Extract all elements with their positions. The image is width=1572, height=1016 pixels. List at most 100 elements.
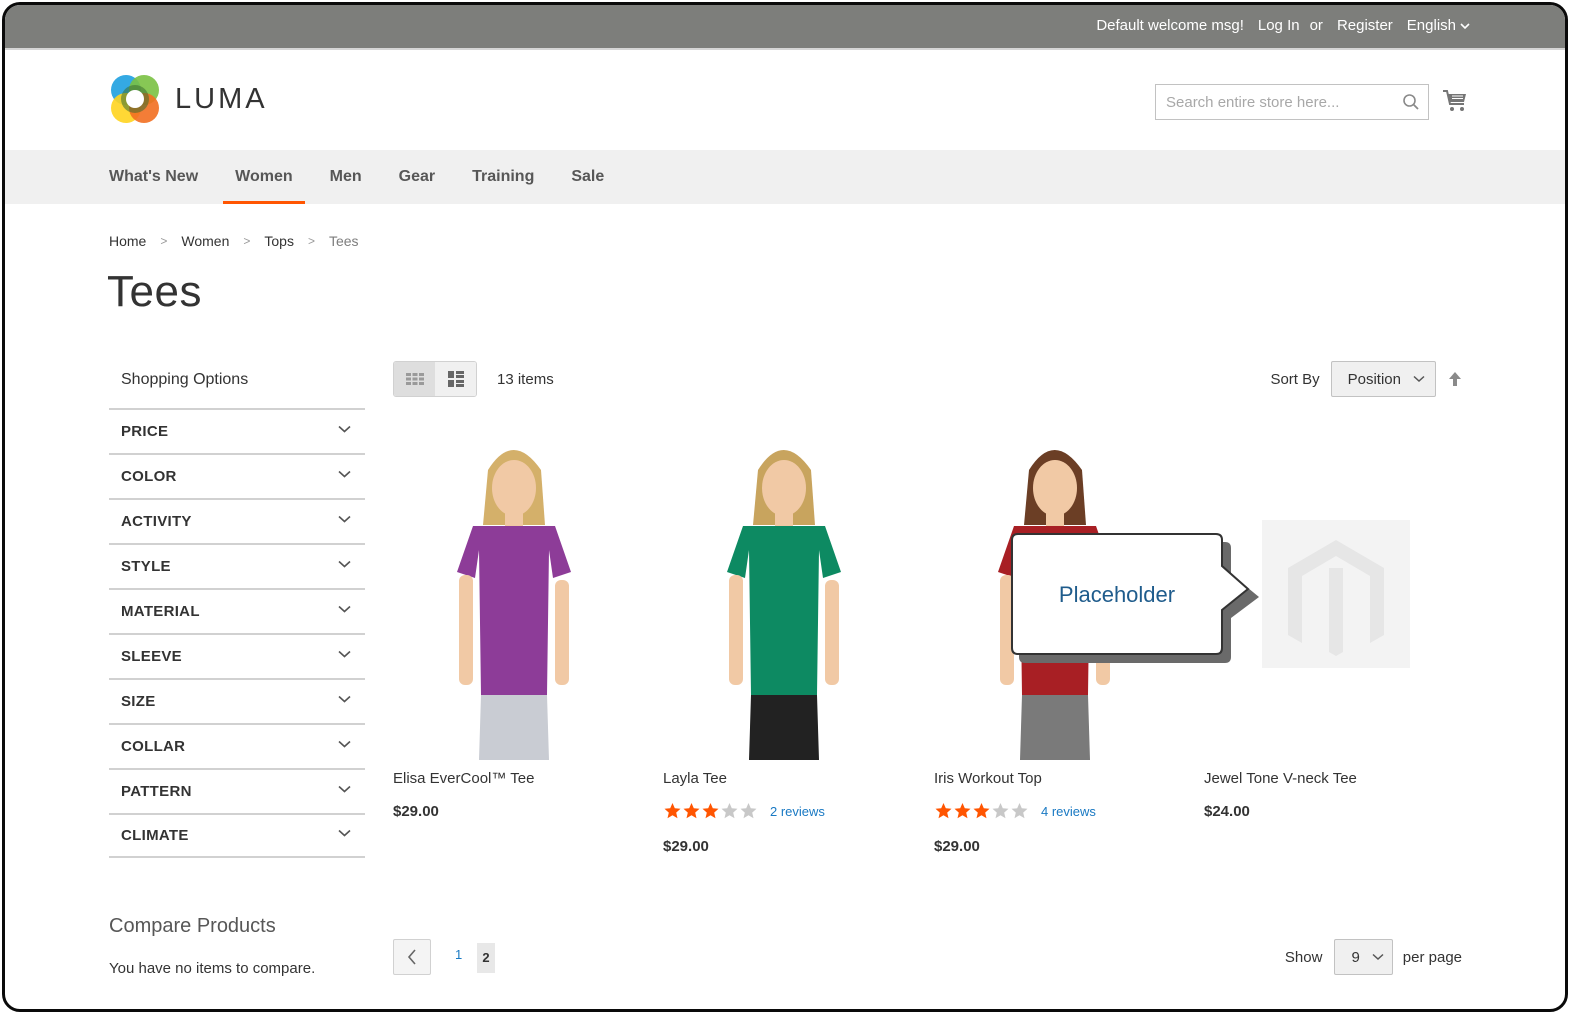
product-image[interactable] [393, 430, 633, 760]
top-bar: Default welcome msg! Log In or Register … [5, 5, 1565, 50]
nav-item-men[interactable]: Men [318, 150, 374, 204]
star-filled-icon [973, 803, 990, 819]
filter-label: CLIMATE [121, 827, 189, 844]
toolbar-amount: 13 items [497, 371, 554, 388]
star-filled-icon [702, 803, 719, 819]
star-filled-icon [683, 803, 700, 819]
rating-stars [934, 802, 1029, 820]
search-box[interactable] [1155, 84, 1429, 120]
star-empty-icon [740, 803, 757, 819]
chevron-right-icon: > [160, 234, 168, 248]
model-photo [457, 450, 571, 760]
product-rating: 4 reviews [934, 802, 1096, 820]
search-input[interactable] [1156, 85, 1386, 119]
nav-item-whats-new[interactable]: What's New [109, 150, 210, 204]
star-empty-icon [992, 803, 1009, 819]
filter-size[interactable]: SIZE [109, 678, 365, 723]
chevron-down-icon [1460, 22, 1470, 29]
previous-page-button[interactable] [393, 939, 431, 975]
filter-material[interactable]: MATERIAL [109, 588, 365, 633]
nav-item-gear[interactable]: Gear [387, 150, 447, 204]
language-label: English [1406, 17, 1456, 34]
chevron-right-icon: > [307, 234, 315, 248]
limiter-select[interactable]: 9 [1334, 939, 1393, 975]
star-filled-icon [935, 803, 952, 819]
filter-collar[interactable]: COLLAR [109, 723, 365, 768]
breadcrumb-women[interactable]: Women [181, 233, 229, 249]
product-image[interactable] [663, 430, 903, 760]
filter-activity[interactable]: ACTIVITY [109, 498, 365, 543]
filter-label: MATERIAL [121, 603, 200, 620]
star-filled-icon [664, 803, 681, 819]
product-name[interactable]: Elisa EverCool™ Tee [393, 770, 534, 787]
star-filled-icon [954, 803, 971, 819]
browser-frame: Default welcome msg! Log In or Register … [2, 2, 1568, 1012]
cart-icon[interactable] [1442, 89, 1468, 113]
limiter: Show 9 per page [1285, 939, 1462, 975]
grid-mode-button[interactable] [394, 362, 435, 396]
welcome-message: Default welcome msg! [1096, 17, 1244, 34]
chevron-down-icon [338, 695, 351, 703]
reviews-link[interactable]: 2 reviews [770, 804, 825, 819]
breadcrumb: Home > Women > Tops > Tees [109, 233, 359, 249]
breadcrumb-tops[interactable]: Tops [264, 233, 294, 249]
filter-label: PATTERN [121, 783, 192, 800]
layered-navigation: Shopping Options PRICE COLOR ACTIVITY STYLE… [109, 363, 365, 858]
chevron-down-icon [338, 515, 351, 523]
shopping-options-title: Shopping Options [121, 371, 249, 388]
sort-by-select[interactable]: Position [1330, 361, 1436, 397]
sort-by-label: Sort By [1270, 370, 1320, 388]
filter-label: COLOR [121, 468, 177, 485]
star-empty-icon [721, 803, 738, 819]
chevron-down-icon [1372, 953, 1384, 961]
search-icon[interactable] [1402, 93, 1420, 111]
product-name[interactable]: Jewel Tone V-neck Tee [1204, 770, 1357, 787]
filter-color[interactable]: COLOR [109, 453, 365, 498]
filter-price[interactable]: PRICE [109, 408, 365, 453]
chevron-down-icon [1413, 375, 1425, 383]
logo[interactable]: LUMA [109, 73, 268, 125]
view-mode-switcher [393, 361, 477, 397]
product-name[interactable]: Iris Workout Top [934, 770, 1042, 787]
filter-pattern[interactable]: PATTERN [109, 768, 365, 813]
page-1-link[interactable]: 1 [455, 947, 462, 962]
filter-climate[interactable]: CLIMATE [109, 813, 365, 858]
product-item[interactable]: Elisa EverCool™ Tee $29.00 [393, 430, 633, 820]
placeholder-callout: Placeholder [1011, 533, 1259, 663]
compare-products: Compare Products You have no items to co… [109, 915, 315, 977]
compare-title: Compare Products [109, 915, 276, 937]
logo-text: LUMA [175, 82, 268, 115]
chevron-left-icon [407, 949, 416, 965]
chevron-down-icon [338, 650, 351, 658]
product-name[interactable]: Layla Tee [663, 770, 727, 787]
filter-sleeve[interactable]: SLEEVE [109, 633, 365, 678]
filter-label: ACTIVITY [121, 513, 192, 530]
product-price: $24.00 [1204, 803, 1250, 820]
limiter-value: 9 [1351, 948, 1360, 966]
nav-item-women[interactable]: Women [223, 150, 306, 204]
language-switcher[interactable]: English [1407, 17, 1470, 34]
nav-item-sale[interactable]: Sale [559, 150, 616, 204]
chevron-down-icon [338, 785, 351, 793]
nav-item-training[interactable]: Training [460, 150, 546, 204]
callout-text: Placeholder [1059, 582, 1175, 607]
product-price: $29.00 [393, 803, 439, 820]
chevron-down-icon [338, 560, 351, 568]
chevron-down-icon [338, 605, 351, 613]
model-photo [727, 450, 841, 760]
login-link[interactable]: Log In [1258, 17, 1300, 34]
list-icon [447, 371, 464, 387]
filter-label: COLLAR [121, 738, 186, 755]
chevron-down-icon [338, 425, 351, 433]
reviews-link[interactable]: 4 reviews [1041, 804, 1096, 819]
list-mode-button[interactable] [435, 362, 476, 396]
show-label: Show [1284, 948, 1323, 966]
breadcrumb-current: Tees [328, 233, 359, 249]
filter-label: STYLE [121, 558, 171, 575]
sort-ascending-arrow-icon[interactable] [1448, 371, 1462, 387]
product-item[interactable]: Layla Tee 2 reviews $29.00 [663, 430, 903, 855]
grid-icon [405, 373, 424, 385]
register-link[interactable]: Register [1337, 17, 1393, 34]
breadcrumb-home[interactable]: Home [109, 233, 146, 249]
filter-style[interactable]: STYLE [109, 543, 365, 588]
